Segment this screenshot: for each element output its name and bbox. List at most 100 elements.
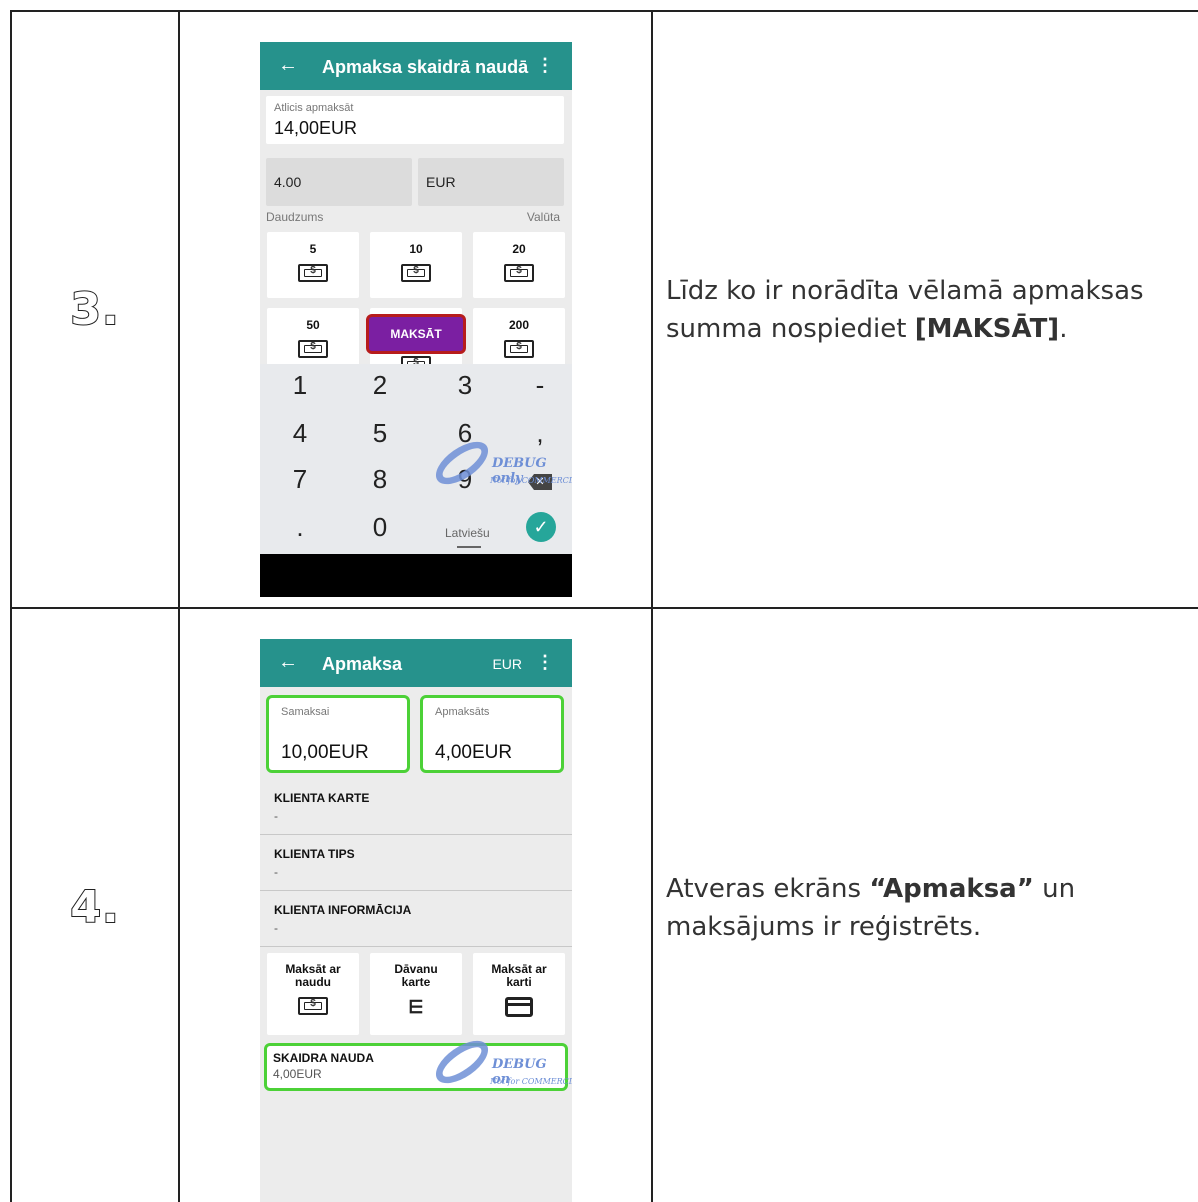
step-description: Līdz ko ir norādīta vēlamā apmaksas summ…: [666, 272, 1198, 348]
pay-cash-label: Maksāt ar naudu: [267, 963, 359, 989]
note-label: 20: [512, 242, 526, 256]
note-label: 200: [508, 318, 530, 332]
key-4[interactable]: 4: [260, 418, 340, 449]
banknote-icon: [298, 997, 328, 1015]
client-type-label: KLIENTA TIPS: [274, 847, 355, 861]
description-line-1: Līdz ko ir norādīta vēlamā apmaksas: [666, 275, 1144, 306]
description-line-2: maksājums ir reģistrēts.: [666, 911, 982, 942]
key-dot[interactable]: .: [260, 512, 340, 543]
amount-label: Daudzums: [266, 210, 324, 224]
step-number-cell: 4.: [12, 609, 180, 1202]
key-5[interactable]: 5: [340, 418, 420, 449]
gift-card-label: Dāvanu karte: [370, 963, 462, 989]
to-pay-label: Samaksai: [281, 706, 330, 718]
key-1[interactable]: 1: [260, 370, 340, 401]
currency-field[interactable]: EUR: [418, 158, 564, 206]
instruction-table: 3. ← Apmaksa skaidrā naudā ⋮ Atlicis apm…: [10, 10, 1198, 1202]
payment-amount: 4,00EUR: [273, 1067, 322, 1081]
currency-value: EUR: [426, 174, 456, 190]
description-word: Atveras: [666, 873, 766, 904]
more-vert-icon[interactable]: ⋮: [536, 55, 554, 76]
currency-label: Valūta: [526, 210, 560, 224]
to-pay-card: Samaksai 10,00EUR: [266, 695, 410, 773]
client-card-label: KLIENTA KARTE: [274, 791, 370, 805]
note-5-button[interactable]: 5: [267, 232, 359, 298]
amount-field[interactable]: 4.00: [266, 158, 412, 206]
banknote-icon: [298, 264, 328, 282]
client-info-label: KLIENTA INFORMĀCIJA: [274, 903, 412, 917]
screen-title: Apmaksa skaidrā naudā: [322, 57, 529, 77]
gift-card-icon: ⋿: [408, 997, 424, 1017]
label-line: naudu: [295, 975, 331, 989]
screenshot-cell: ← Apmaksa skaidrā naudā ⋮ Atlicis apmaks…: [180, 12, 653, 607]
pay-card-button[interactable]: Maksāt ar karti: [473, 953, 565, 1035]
description-text: summa nospiediet: [666, 313, 915, 344]
app-bar: ← Apmaksa EUR ⋮: [260, 639, 572, 687]
client-type-row[interactable]: KLIENTA TIPS -: [260, 835, 572, 891]
key-minus[interactable]: -: [500, 370, 572, 401]
key-0[interactable]: 0: [340, 512, 420, 543]
note-label: 10: [409, 242, 423, 256]
description-word: ekrāns: [773, 873, 862, 904]
description-line-2: summa nospiediet [MAKSĀT].: [666, 310, 1198, 348]
credit-card-icon: [505, 997, 533, 1017]
pay-button[interactable]: MAKSĀT: [366, 314, 466, 354]
description-cell: Līdz ko ir norādīta vēlamā apmaksas summ…: [653, 12, 1198, 607]
step-number: 4.: [69, 881, 120, 934]
arrow-left-icon[interactable]: ←: [278, 54, 298, 77]
client-info-row[interactable]: KLIENTA INFORMĀCIJA -: [260, 891, 572, 947]
key-2[interactable]: 2: [340, 370, 420, 401]
remaining-card: Atlicis apmaksāt 14,00EUR: [266, 96, 564, 144]
screen-title: Apmaksa: [322, 654, 403, 674]
watermark-subtext: Not for COMMERCIAL: [490, 476, 572, 485]
system-nav-bar: [260, 554, 572, 597]
check-icon[interactable]: ✓: [526, 512, 556, 542]
currency-selector[interactable]: EUR: [492, 656, 522, 672]
note-label: 5: [309, 242, 317, 256]
note-10-button[interactable]: 10: [370, 232, 462, 298]
description-bold: “Apmaksa”: [869, 873, 1034, 904]
note-label: 50: [306, 318, 320, 332]
key-3[interactable]: 3: [425, 370, 505, 401]
to-pay-value: 10,00EUR: [281, 742, 369, 763]
label-line: Maksāt ar: [285, 962, 341, 976]
key-7[interactable]: 7: [260, 464, 340, 495]
arrow-left-icon[interactable]: ←: [278, 651, 298, 674]
table-row-step-3: 3. ← Apmaksa skaidrā naudā ⋮ Atlicis apm…: [12, 12, 1198, 609]
client-type-value: -: [274, 865, 278, 879]
gift-card-button[interactable]: Dāvanu karte ⋿: [370, 953, 462, 1035]
paid-value: 4,00EUR: [435, 742, 513, 763]
label-line: Maksāt ar: [491, 962, 547, 976]
remaining-value: 14,00EUR: [274, 118, 358, 138]
description-word: un: [1042, 873, 1076, 904]
phone-screen-payment: ← Apmaksa EUR ⋮ Samaksai 10,00EUR Apmaks…: [260, 639, 572, 1202]
app-bar: ← Apmaksa skaidrā naudā ⋮: [260, 42, 572, 90]
label-line: karte: [401, 975, 431, 989]
banknote-icon: [298, 340, 328, 358]
keyboard-language[interactable]: Latviešu: [445, 526, 490, 540]
more-vert-icon[interactable]: ⋮: [536, 652, 554, 673]
description-cell: Atveras ekrāns “Apmaksa” un maksājums ir…: [653, 609, 1198, 1202]
pay-cash-button[interactable]: Maksāt ar naudu: [267, 953, 359, 1035]
screenshot-cell: ← Apmaksa EUR ⋮ Samaksai 10,00EUR Apmaks…: [180, 609, 653, 1202]
client-info-value: -: [274, 921, 278, 935]
client-card-row[interactable]: KLIENTA KARTE -: [260, 779, 572, 835]
description-suffix: .: [1059, 313, 1068, 344]
paid-card: Apmaksāts 4,00EUR: [420, 695, 564, 773]
key-8[interactable]: 8: [340, 464, 420, 495]
step-number-cell: 3.: [12, 12, 180, 607]
banknote-icon: [504, 264, 534, 282]
paid-label: Apmaksāts: [435, 706, 490, 718]
pay-card-label: Maksāt ar karti: [473, 963, 565, 989]
watermark-subtext: Not for COMMERCIAL: [490, 1077, 572, 1086]
client-card-value: -: [274, 809, 278, 823]
banknote-icon: [504, 340, 534, 358]
key-comma[interactable]: ,: [500, 418, 572, 449]
label-line: Dāvanu: [394, 962, 438, 976]
note-20-button[interactable]: 20: [473, 232, 565, 298]
description-line-1: Atveras ekrāns “Apmaksa” un: [666, 870, 1198, 908]
step-number: 3.: [69, 283, 120, 336]
language-underline: [457, 546, 481, 548]
amount-value: 4.00: [274, 174, 302, 190]
remaining-label: Atlicis apmaksāt: [274, 102, 354, 114]
